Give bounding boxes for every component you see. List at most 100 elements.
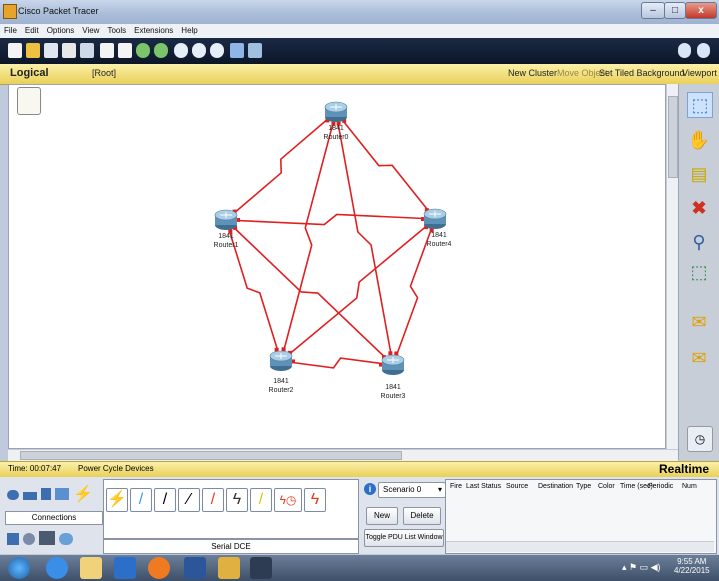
pdu-horizontal-scrollbar[interactable] <box>446 541 714 552</box>
palette-icon[interactable] <box>230 43 244 58</box>
phone-cable-icon[interactable]: ϟ <box>226 488 248 512</box>
switches-category-icon[interactable] <box>23 492 37 500</box>
tray-icons[interactable]: ▴ ⚑ ▭ ◀) <box>622 562 661 573</box>
start-button-icon[interactable] <box>8 557 30 579</box>
router-router3[interactable]: 1841 Router3 <box>381 354 406 400</box>
pdu-column-source[interactable]: Source <box>506 483 528 490</box>
minimize-button[interactable]: – <box>641 2 665 19</box>
auto-connection-icon[interactable]: ⚡ <box>106 488 128 512</box>
save-icon[interactable] <box>44 43 58 58</box>
resize-icon[interactable]: ⬚ <box>687 260 711 284</box>
pdu-column-color[interactable]: Color <box>598 483 615 490</box>
realtime-mode-tab[interactable]: Realtime <box>659 462 709 476</box>
toggle-pdu-list-button[interactable]: Toggle PDU List Window <box>364 529 444 547</box>
serial-link-r1-r4[interactable] <box>225 213 436 226</box>
pdu-column-type[interactable]: Type <box>576 483 591 490</box>
media-player-icon[interactable] <box>114 557 136 579</box>
menu-view[interactable]: View <box>78 24 103 38</box>
new-cluster-button[interactable]: New Cluster <box>508 68 557 78</box>
new-icon[interactable] <box>8 43 22 58</box>
wan-emulation-category-icon[interactable] <box>23 533 35 545</box>
file-explorer-icon[interactable] <box>80 557 102 579</box>
packet-tracer-taskbar-icon[interactable] <box>250 557 272 579</box>
serial-dce-icon[interactable]: ϟ◷ <box>274 488 302 512</box>
clock[interactable]: 9:55 AM 4/22/2015 <box>674 557 710 575</box>
undo-icon[interactable] <box>136 43 150 58</box>
power-cycle-devices-button[interactable]: Power Cycle Devices <box>78 464 154 473</box>
zoom-in-icon[interactable] <box>174 43 188 58</box>
router-model-label: 1841 <box>385 384 401 391</box>
multiuser-category-icon[interactable] <box>59 533 73 545</box>
copper-cross-over-icon[interactable]: ⁄ <box>178 488 200 512</box>
question-icon[interactable] <box>697 43 710 58</box>
word-icon[interactable] <box>184 557 206 579</box>
console-cable-icon[interactable]: / <box>130 488 152 512</box>
zoom-out-icon[interactable] <box>210 43 224 58</box>
copper-straight-through-icon[interactable]: / <box>154 488 176 512</box>
select-icon[interactable]: ⬚ <box>687 92 713 118</box>
menu-help[interactable]: Help <box>177 24 201 38</box>
paste-icon[interactable] <box>118 43 132 58</box>
add-simple-pdu-icon[interactable]: ✉ <box>687 310 711 334</box>
serial-link-r0-r2[interactable] <box>280 111 337 362</box>
serial-link-r0-r3[interactable] <box>335 111 394 366</box>
custom-devices-category-icon[interactable] <box>39 531 55 545</box>
menu-tools[interactable]: Tools <box>103 24 130 38</box>
delete-scenario-button[interactable]: Delete <box>403 507 441 525</box>
vertical-scrollbar[interactable] <box>666 84 678 450</box>
horizontal-scrollbar[interactable] <box>8 449 678 461</box>
horizontal-scroll-thumb[interactable] <box>20 451 402 460</box>
wizard-icon[interactable] <box>80 43 94 58</box>
wireless-category-icon[interactable] <box>55 488 69 500</box>
print-icon[interactable] <box>62 43 76 58</box>
pdu-column-periodic[interactable]: Periodic <box>648 483 673 490</box>
close-button[interactable]: x <box>685 2 717 19</box>
root-breadcrumb[interactable]: [Root] <box>92 68 116 78</box>
serial-dte-icon[interactable]: ϟ <box>304 488 326 512</box>
end-devices-category-icon[interactable] <box>7 533 19 545</box>
maximize-button[interactable]: □ <box>664 2 686 19</box>
delete-icon[interactable]: ✖ <box>687 196 711 220</box>
menu-edit[interactable]: Edit <box>21 24 43 38</box>
routers-category-icon[interactable] <box>7 490 19 500</box>
menu-file[interactable]: File <box>0 24 21 38</box>
pdu-column-fire[interactable]: Fire <box>450 483 462 490</box>
firefox-icon[interactable] <box>148 557 170 579</box>
serial-link-r2-r3[interactable] <box>280 357 394 369</box>
scenario-select[interactable]: Scenario 0 ▾ <box>378 482 446 498</box>
add-complex-pdu-icon[interactable]: ✉ <box>687 346 711 370</box>
internet-explorer-icon[interactable] <box>46 557 68 579</box>
custom-device-icon[interactable] <box>248 43 262 58</box>
connection-types-box: ⚡ / / ⁄ / ϟ / ϟ◷ ϟ <box>103 479 359 539</box>
menu-options[interactable]: Options <box>43 24 79 38</box>
router-router2[interactable]: 1841 Router2 <box>269 350 294 394</box>
open-icon[interactable] <box>26 43 40 58</box>
connections-category-icon[interactable]: ⚡ <box>73 484 93 504</box>
info-icon[interactable] <box>678 43 691 58</box>
serial-link-r0-r4[interactable] <box>335 111 436 220</box>
vertical-scroll-thumb[interactable] <box>668 96 678 178</box>
serial-link-r0-r1[interactable] <box>225 111 337 221</box>
new-scenario-button[interactable]: New <box>366 507 398 525</box>
pdu-column-destination[interactable]: Destination <box>538 483 573 490</box>
pdu-column-last-status[interactable]: Last Status <box>466 483 501 490</box>
menu-extensions[interactable]: Extensions <box>130 24 177 38</box>
pdu-column-num[interactable]: Num <box>682 483 697 490</box>
note-icon[interactable]: ▤ <box>687 162 711 186</box>
set-tiled-background-button[interactable]: Set Tiled Background <box>599 68 685 78</box>
hand-icon[interactable]: ✋ <box>687 128 711 152</box>
copy-icon[interactable] <box>100 43 114 58</box>
security-icon[interactable] <box>218 557 240 579</box>
fiber-icon[interactable]: / <box>202 488 224 512</box>
viewport-button[interactable]: Viewport <box>682 68 717 78</box>
coaxial-cable-icon[interactable]: / <box>250 488 272 512</box>
router-model-label: 1841 <box>431 232 447 239</box>
zoom-reset-icon[interactable] <box>192 43 206 58</box>
realtime-clock-icon[interactable]: ◷ <box>687 426 713 452</box>
inspect-icon[interactable]: ⚲ <box>687 230 711 254</box>
scenario-info-icon[interactable]: i <box>364 483 376 495</box>
hubs-category-icon[interactable] <box>41 488 51 500</box>
logical-workspace-canvas[interactable]: 1841 Router0 1841 Router1 1841 Router2 1841 Rou… <box>8 84 666 449</box>
logical-tab[interactable]: Logical <box>10 67 49 79</box>
redo-icon[interactable] <box>154 43 168 58</box>
